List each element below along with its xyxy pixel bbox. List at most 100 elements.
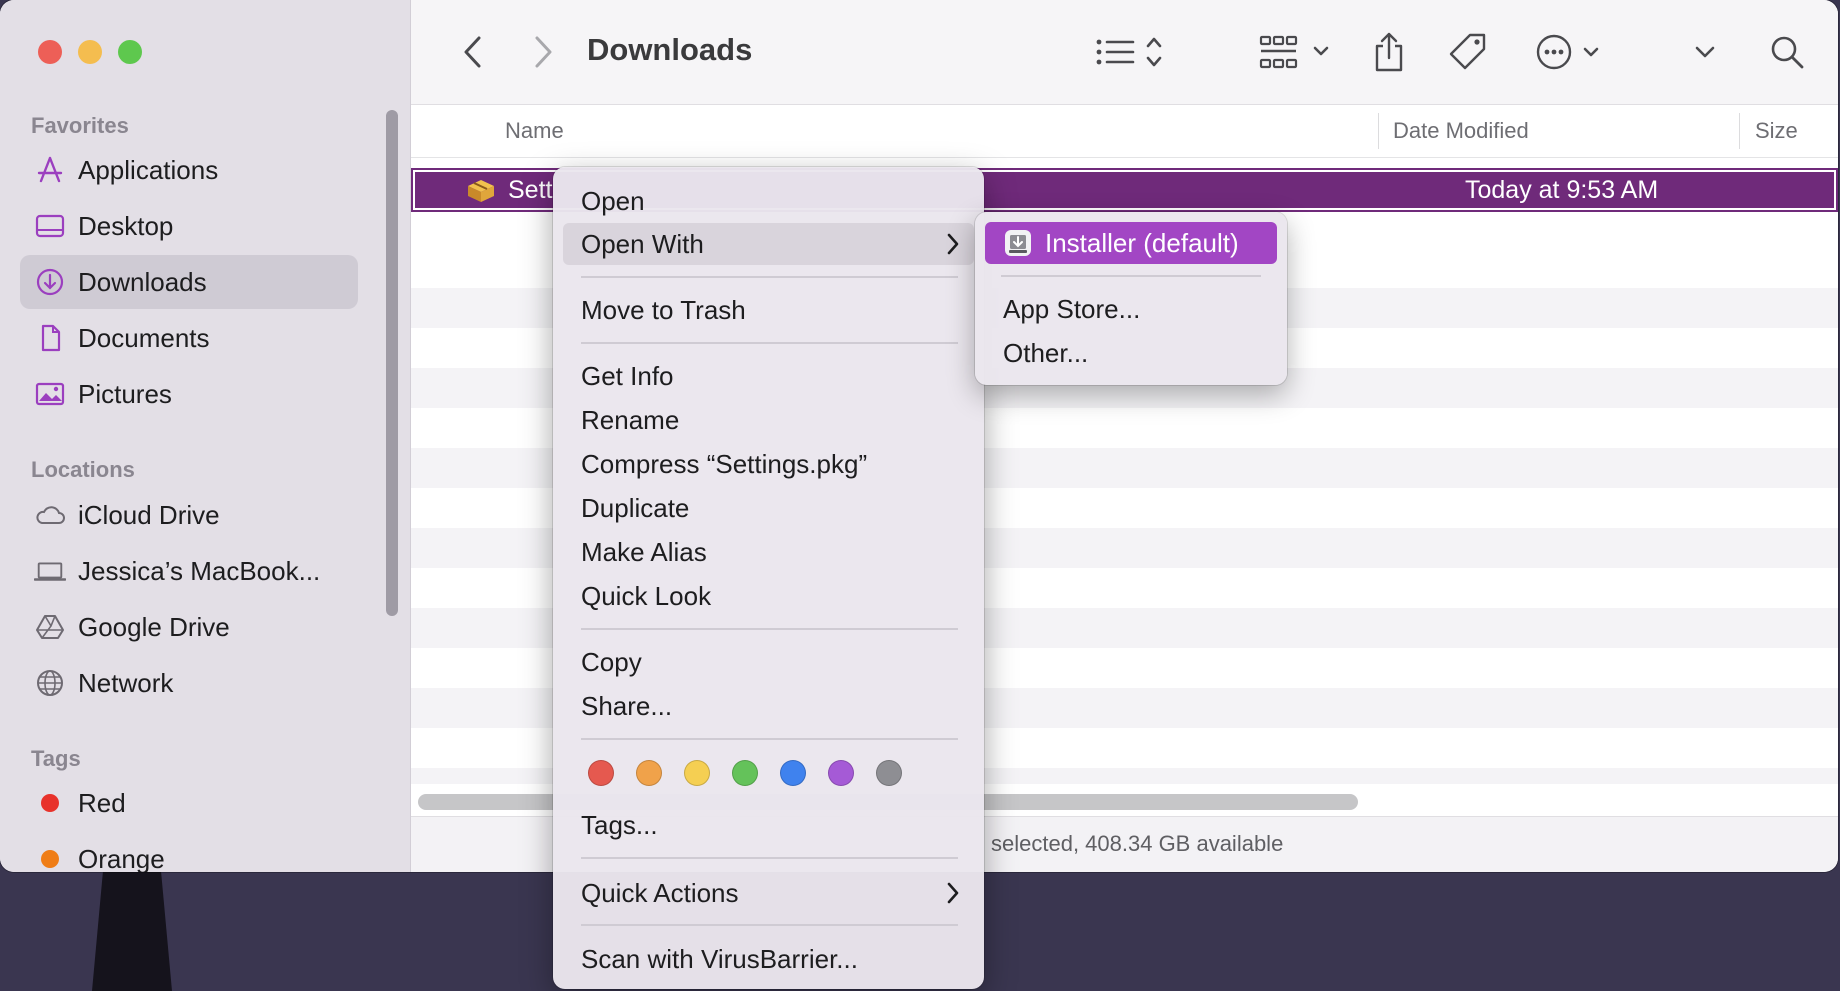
tag-color-blue[interactable] bbox=[780, 760, 806, 786]
view-options-button[interactable] bbox=[1088, 30, 1178, 74]
menu-item-quick-actions[interactable]: Quick Actions bbox=[563, 872, 974, 914]
sidebar-item-label: Jessica’s MacBook... bbox=[78, 555, 321, 586]
close-window-button[interactable] bbox=[38, 40, 62, 64]
sidebar-item-label: iCloud Drive bbox=[78, 499, 220, 530]
menu-item-label: App Store... bbox=[1003, 293, 1141, 324]
tag-button[interactable] bbox=[1443, 30, 1493, 74]
group-grid-icon bbox=[1259, 35, 1329, 69]
tag-orange-dot bbox=[41, 850, 59, 868]
network-icon bbox=[34, 667, 66, 699]
menu-item-label: Make Alias bbox=[581, 536, 707, 567]
menu-item-rename[interactable]: Rename bbox=[563, 399, 974, 441]
menu-item-label: Get Info bbox=[581, 360, 674, 391]
submenu-item-app-store[interactable]: App Store... bbox=[985, 288, 1277, 330]
sidebar-item-label: Desktop bbox=[78, 210, 174, 241]
tag-color-yellow[interactable] bbox=[684, 760, 710, 786]
menu-item-copy[interactable]: Copy bbox=[563, 641, 974, 683]
sidebar-heading-locations: Locations bbox=[31, 457, 135, 482]
column-separator[interactable] bbox=[1378, 113, 1379, 149]
more-toolbar-chevron[interactable] bbox=[1690, 30, 1720, 74]
sidebar-item-label: Network bbox=[78, 667, 174, 698]
chevron-right-icon bbox=[946, 232, 960, 261]
back-button[interactable] bbox=[453, 30, 493, 74]
sidebar-heading-tags: Tags bbox=[31, 746, 81, 771]
sidebar-item-desktop[interactable]: Desktop bbox=[20, 199, 358, 253]
search-button[interactable] bbox=[1765, 30, 1809, 74]
menu-item-label: Quick Look bbox=[581, 580, 712, 611]
column-date-modified[interactable]: Date Modified bbox=[1393, 118, 1529, 144]
menu-separator bbox=[581, 342, 958, 344]
installer-app-icon bbox=[1003, 228, 1033, 258]
sidebar-item-icloud-drive[interactable]: iCloud Drive bbox=[20, 488, 358, 542]
share-button[interactable] bbox=[1367, 30, 1411, 74]
menu-separator bbox=[581, 276, 958, 278]
menu-item-compress[interactable]: Compress “Settings.pkg” bbox=[563, 443, 974, 485]
sidebar: Favorites Applications Desktop Downloads… bbox=[0, 0, 411, 872]
menu-separator bbox=[581, 738, 958, 740]
icloud-icon bbox=[34, 499, 66, 531]
menu-item-open[interactable]: Open bbox=[563, 180, 974, 222]
submenu-item-installer[interactable]: Installer (default) bbox=[985, 222, 1277, 264]
sidebar-item-label: Applications bbox=[78, 154, 219, 185]
tag-color-red[interactable] bbox=[588, 760, 614, 786]
menu-separator bbox=[581, 857, 958, 859]
tag-color-green[interactable] bbox=[732, 760, 758, 786]
sidebar-item-tag-orange[interactable]: Orange bbox=[20, 832, 358, 872]
menu-item-make-alias[interactable]: Make Alias bbox=[563, 531, 974, 573]
sidebar-item-macbook[interactable]: Jessica’s MacBook... bbox=[20, 544, 358, 598]
sidebar-heading-favorites: Favorites bbox=[31, 113, 129, 138]
menu-item-scan-virusbarrier[interactable]: Scan with VirusBarrier... bbox=[563, 938, 974, 980]
sidebar-item-label: Orange bbox=[78, 843, 165, 873]
minimize-window-button[interactable] bbox=[78, 40, 102, 64]
menu-item-label: Quick Actions bbox=[581, 877, 739, 908]
chevron-right-icon bbox=[946, 881, 960, 910]
menu-item-open-with[interactable]: Open With bbox=[563, 223, 974, 265]
menu-item-tags[interactable]: Tags... bbox=[563, 804, 974, 846]
chevron-down-icon bbox=[1695, 46, 1715, 58]
sidebar-item-pictures[interactable]: Pictures bbox=[20, 367, 358, 421]
zoom-window-button[interactable] bbox=[118, 40, 142, 64]
column-separator[interactable] bbox=[1739, 113, 1740, 149]
forward-button[interactable] bbox=[523, 30, 563, 74]
action-menu-button[interactable] bbox=[1531, 30, 1611, 74]
toolbar: Downloads bbox=[411, 0, 1838, 105]
column-name[interactable]: Name bbox=[505, 118, 564, 144]
menu-item-share[interactable]: Share... bbox=[563, 685, 974, 727]
window-title: Downloads bbox=[587, 32, 753, 67]
share-icon bbox=[1375, 32, 1403, 72]
ellipsis-circle-icon bbox=[1536, 34, 1599, 70]
sidebar-item-google-drive[interactable]: Google Drive bbox=[20, 600, 358, 654]
sidebar-item-applications[interactable]: Applications bbox=[20, 143, 358, 197]
sidebar-item-tag-red[interactable]: Red bbox=[20, 776, 358, 830]
menu-item-label: Scan with VirusBarrier... bbox=[581, 943, 858, 974]
menu-item-move-to-trash[interactable]: Move to Trash bbox=[563, 289, 974, 331]
menu-item-quick-look[interactable]: Quick Look bbox=[563, 575, 974, 617]
applications-icon bbox=[34, 154, 66, 186]
list-view-icon bbox=[1096, 37, 1162, 67]
menu-item-duplicate[interactable]: Duplicate bbox=[563, 487, 974, 529]
tag-color-purple[interactable] bbox=[828, 760, 854, 786]
open-with-submenu: Installer (default) App Store... Other..… bbox=[975, 212, 1287, 385]
sidebar-item-label: Red bbox=[78, 787, 126, 818]
sidebar-scrollbar[interactable] bbox=[386, 110, 398, 616]
tag-color-orange[interactable] bbox=[636, 760, 662, 786]
tag-red-dot bbox=[41, 794, 59, 812]
package-icon bbox=[465, 176, 497, 209]
sidebar-item-downloads[interactable]: Downloads bbox=[20, 255, 358, 309]
menu-separator bbox=[581, 924, 958, 926]
menu-item-label: Move to Trash bbox=[581, 294, 746, 325]
menu-item-label: Open bbox=[581, 185, 645, 216]
menu-item-label: Copy bbox=[581, 646, 642, 677]
menu-item-label: Duplicate bbox=[581, 492, 690, 523]
group-button[interactable] bbox=[1256, 30, 1336, 74]
sidebar-item-documents[interactable]: Documents bbox=[20, 311, 358, 365]
column-header: Name Date Modified Size bbox=[411, 105, 1838, 158]
column-size[interactable]: Size bbox=[1755, 118, 1798, 144]
menu-item-label: Other... bbox=[1003, 337, 1089, 368]
desktop-icon bbox=[34, 210, 66, 242]
sidebar-item-network[interactable]: Network bbox=[20, 656, 358, 710]
tag-color-gray[interactable] bbox=[876, 760, 902, 786]
menu-item-label: Share... bbox=[581, 690, 673, 721]
menu-item-get-info[interactable]: Get Info bbox=[563, 355, 974, 397]
submenu-item-other[interactable]: Other... bbox=[985, 332, 1277, 374]
